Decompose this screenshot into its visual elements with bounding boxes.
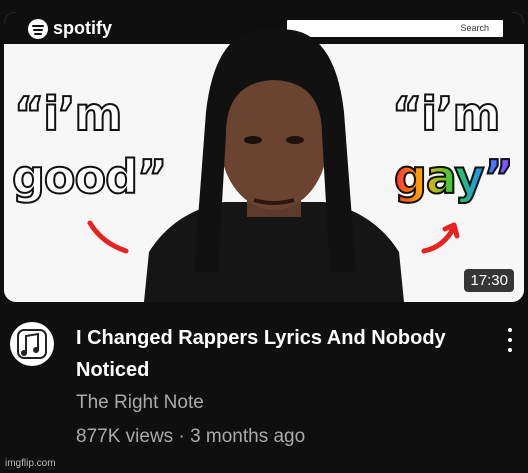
left-quote-top: “i’m bbox=[13, 86, 123, 142]
meta-separator: · bbox=[178, 426, 185, 447]
more-options-icon[interactable] bbox=[505, 328, 515, 352]
watermark: imgflip.com bbox=[5, 458, 56, 469]
right-quote-bottom: gay” bbox=[393, 149, 515, 205]
channel-avatar[interactable] bbox=[10, 322, 54, 366]
left-quote-bottom: good” bbox=[11, 149, 168, 205]
spotify-logo: spotify bbox=[28, 18, 112, 39]
music-note-avatar-icon bbox=[17, 329, 47, 359]
right-quote-top: “i’m bbox=[391, 86, 501, 142]
right-arrow-icon bbox=[421, 222, 460, 254]
video-meta: 877K views · 3 months ago bbox=[76, 426, 305, 448]
channel-name[interactable]: The Right Note bbox=[76, 392, 204, 414]
left-arrow-icon bbox=[87, 220, 129, 254]
spotify-icon bbox=[28, 18, 48, 39]
video-title[interactable]: I Changed Rappers Lyrics And Nobody Noti… bbox=[76, 322, 496, 386]
upload-age: 3 months ago bbox=[190, 426, 306, 447]
view-count: 877K views bbox=[76, 426, 174, 447]
duration-badge: 17:30 bbox=[464, 269, 514, 292]
search-label: Search bbox=[460, 23, 489, 33]
video-thumbnail[interactable]: spotify Search “i’m good” “i’m gay” 17:3… bbox=[4, 12, 524, 302]
